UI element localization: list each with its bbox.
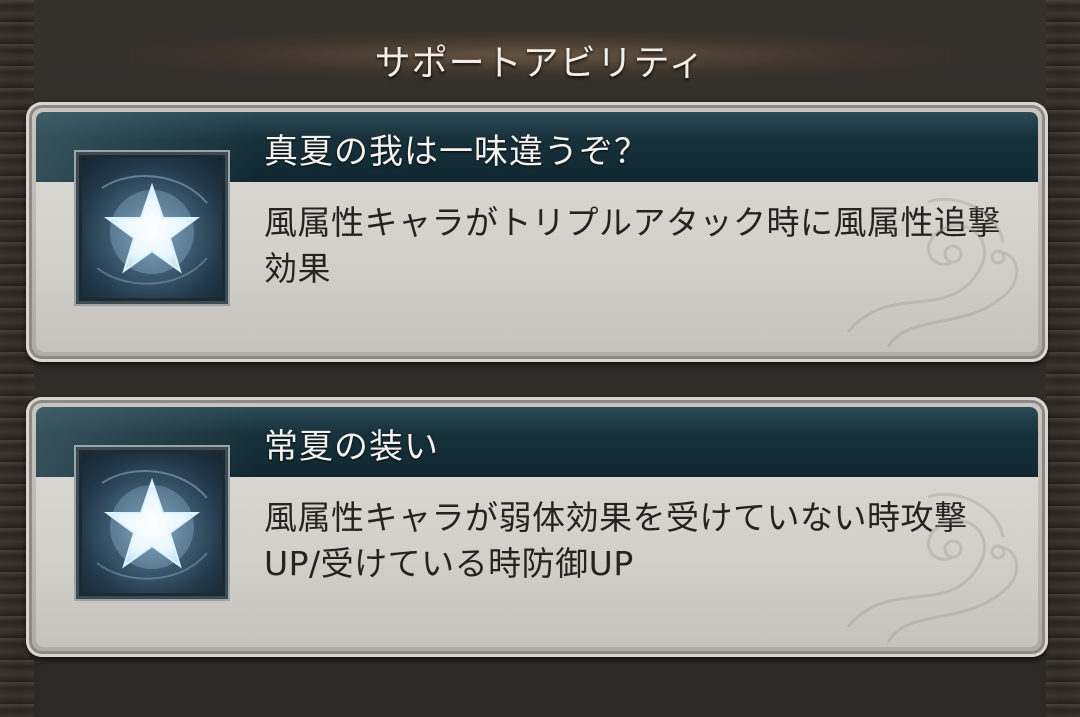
star-icon (96, 175, 208, 285)
ability-icon-frame-2 (79, 450, 225, 596)
right-frame-rail (1046, 0, 1080, 717)
icon-background (82, 453, 222, 593)
support-ability-screen: サポートアビリティ 真夏の我は一味違うぞ？ 風属性キャラがトリプルアタック時に風… (0, 0, 1080, 717)
icon-background (82, 158, 222, 298)
section-title: サポートアビリティ (374, 43, 706, 84)
ability-name: 真夏の我は一味違うぞ？ (264, 132, 649, 172)
ornament-flourish (846, 197, 1019, 348)
ornament-flourish (846, 492, 1019, 643)
ability-icon-frame-1 (79, 155, 225, 301)
ability-name: 常夏の装い (264, 427, 439, 467)
star-icon (96, 470, 208, 580)
